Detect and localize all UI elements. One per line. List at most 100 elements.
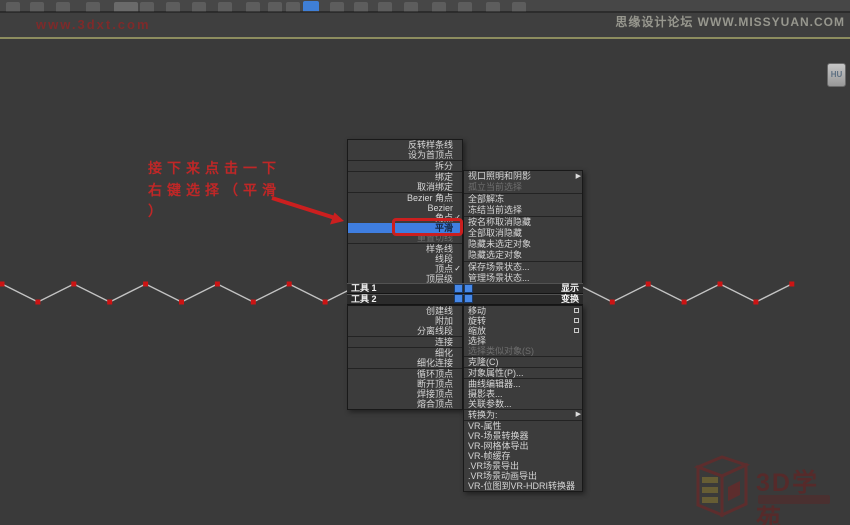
menu-item[interactable]: 反转样条线 <box>348 140 462 150</box>
toolbar-icon[interactable] <box>114 2 138 12</box>
menu-item[interactable]: .VR场景动画导出 <box>464 471 582 481</box>
quad-menu-display[interactable]: 视口照明和阴影▶孤立当前选择全部解冻冻结当前选择按名称取消隐藏全部取消隐藏隐藏未… <box>463 170 583 285</box>
main-toolbar <box>0 0 850 13</box>
toolbar-icon[interactable] <box>512 2 526 12</box>
menu-item[interactable]: 绑定 <box>348 172 462 182</box>
toolbar-icon[interactable] <box>30 2 44 12</box>
menu-item[interactable]: VR-帧缓存 <box>464 451 582 461</box>
menu-item[interactable]: 断开顶点 <box>348 379 462 389</box>
spline-vertex[interactable] <box>179 300 184 305</box>
toolbar-icon[interactable] <box>354 2 368 12</box>
spline-vertex[interactable] <box>323 300 328 305</box>
quad-menu-tools2[interactable]: 反转样条线设为首顶点拆分绑定取消绑定Bezier 角点Bezier角点✓平滑重置… <box>347 139 463 285</box>
menu-item[interactable]: 循环顶点 <box>348 369 462 379</box>
menu-item[interactable]: 按名称取消隐藏 <box>464 217 582 228</box>
spline-vertex[interactable] <box>646 282 651 287</box>
menu-item[interactable]: Bezier 角点 <box>348 193 462 203</box>
menu-item[interactable]: 冻结当前选择 <box>464 205 582 216</box>
menu-item[interactable]: VR-场景转换器 <box>464 431 582 441</box>
toolbar-icon[interactable] <box>86 2 100 12</box>
settings-box-icon[interactable] <box>574 308 579 313</box>
menu-item[interactable]: 视口照明和阴影▶ <box>464 171 582 182</box>
menu-item[interactable]: .VR场景导出 <box>464 461 582 471</box>
menu-item[interactable]: 旋转 <box>464 316 582 326</box>
spline-vertex[interactable] <box>287 282 292 287</box>
quad-menu-transform[interactable]: 移动旋转缩放选择选择类似对象(S)克隆(C)对象属性(P)...曲线编辑器...… <box>463 305 583 492</box>
toolbar-icon[interactable] <box>140 2 154 12</box>
settings-box-icon[interactable] <box>574 318 579 323</box>
toolbar-icon-active[interactable] <box>303 1 319 12</box>
spline-vertex[interactable] <box>682 300 687 305</box>
toolbar-icon[interactable] <box>56 2 70 12</box>
toolbar-icon[interactable] <box>166 2 180 12</box>
menu-item[interactable]: 熔合顶点 <box>348 399 462 409</box>
menu-item[interactable]: Bezier <box>348 203 462 213</box>
spline-vertex[interactable] <box>107 300 112 305</box>
quad-header-display[interactable]: 显示 <box>463 283 583 294</box>
spline-vertex[interactable] <box>718 282 723 287</box>
toolbar-icon[interactable] <box>246 2 260 12</box>
menu-item[interactable]: 对象属性(P)... <box>464 368 582 378</box>
menu-item[interactable]: 选择 <box>464 336 582 346</box>
quad-header-tools2[interactable]: 工具 2 <box>347 294 463 305</box>
toolbar-icon[interactable] <box>6 2 20 12</box>
quad-header-transform[interactable]: 变换 <box>463 294 583 305</box>
hu-helper-button[interactable]: HU <box>827 63 846 87</box>
menu-item-label: 冻结当前选择 <box>468 205 522 215</box>
menu-item[interactable]: 缩放 <box>464 326 582 336</box>
menu-item[interactable]: 样条线 <box>348 244 462 254</box>
spline-vertex[interactable] <box>215 282 220 287</box>
menu-item[interactable]: VR-位图到VR-HDRI转换器 <box>464 481 582 491</box>
menu-item[interactable]: 顶点✓ <box>348 264 462 274</box>
spline-vertex[interactable] <box>789 282 794 287</box>
viewport[interactable]: www.3dxt.com 思缘设计论坛 WWW.MISSYUAN.COM HU … <box>0 0 850 525</box>
toolbar-icon[interactable] <box>458 2 472 12</box>
toolbar-icon[interactable] <box>432 2 446 12</box>
menu-item[interactable]: 全部解冻 <box>464 194 582 205</box>
watermark-3dxt: www.3dxt.com <box>36 17 151 32</box>
menu-item[interactable]: 细化连接 <box>348 358 462 368</box>
menu-item[interactable]: VR-属性 <box>464 421 582 431</box>
menu-item[interactable]: VR-网格体导出 <box>464 441 582 451</box>
menu-item[interactable]: 线段 <box>348 254 462 264</box>
menu-item[interactable]: 关联参数... <box>464 399 582 409</box>
menu-item[interactable]: 焊接顶点 <box>348 389 462 399</box>
toolbar-icon[interactable] <box>404 2 418 12</box>
toolbar-icon[interactable] <box>330 2 344 12</box>
toolbar-icon[interactable] <box>286 2 300 12</box>
toolbar-icon[interactable] <box>486 2 500 12</box>
menu-item[interactable]: 曲线编辑器... <box>464 379 582 389</box>
spline-vertex[interactable] <box>143 282 148 287</box>
menu-item[interactable]: 全部取消隐藏 <box>464 228 582 239</box>
menu-item[interactable]: 转换为:▶ <box>464 410 582 420</box>
menu-item[interactable]: 摄影表... <box>464 389 582 399</box>
menu-item[interactable]: 连接 <box>348 337 462 347</box>
toolbar-icon[interactable] <box>378 2 392 12</box>
quad-header-tools1[interactable]: 工具 1 <box>347 283 463 294</box>
menu-item[interactable]: 移动 <box>464 306 582 316</box>
menu-item-label: 对象属性(P)... <box>468 368 524 378</box>
menu-item[interactable]: 隐藏未选定对象 <box>464 239 582 250</box>
menu-item[interactable]: 保存场景状态... <box>464 262 582 273</box>
menu-item[interactable]: 创建线 <box>348 306 462 316</box>
spline-vertex[interactable] <box>610 300 615 305</box>
menu-item[interactable]: 细化 <box>348 348 462 358</box>
menu-item[interactable]: 隐藏选定对象 <box>464 250 582 261</box>
menu-item[interactable]: 克隆(C) <box>464 357 582 367</box>
menu-item[interactable]: 拆分 <box>348 161 462 171</box>
menu-item[interactable]: 设为首顶点 <box>348 150 462 160</box>
menu-item[interactable]: 分离线段 <box>348 326 462 336</box>
settings-box-icon[interactable] <box>574 328 579 333</box>
menu-item[interactable]: 附加 <box>348 316 462 326</box>
menu-item[interactable]: 取消绑定 <box>348 182 462 192</box>
spline-vertex[interactable] <box>71 282 76 287</box>
spline-vertex[interactable] <box>35 300 40 305</box>
toolbar-icon[interactable] <box>192 2 206 12</box>
spline-vertex[interactable] <box>251 300 256 305</box>
spline-vertex[interactable] <box>753 300 758 305</box>
spline-vertex[interactable] <box>0 282 5 287</box>
toolbar-icon[interactable] <box>268 2 282 12</box>
toolbar-icon[interactable] <box>218 2 232 12</box>
menu-item-label: 绑定 <box>435 172 453 182</box>
quad-menu-tools1[interactable]: 创建线附加分离线段连接细化细化连接循环顶点断开顶点焊接顶点熔合顶点 <box>347 305 463 410</box>
